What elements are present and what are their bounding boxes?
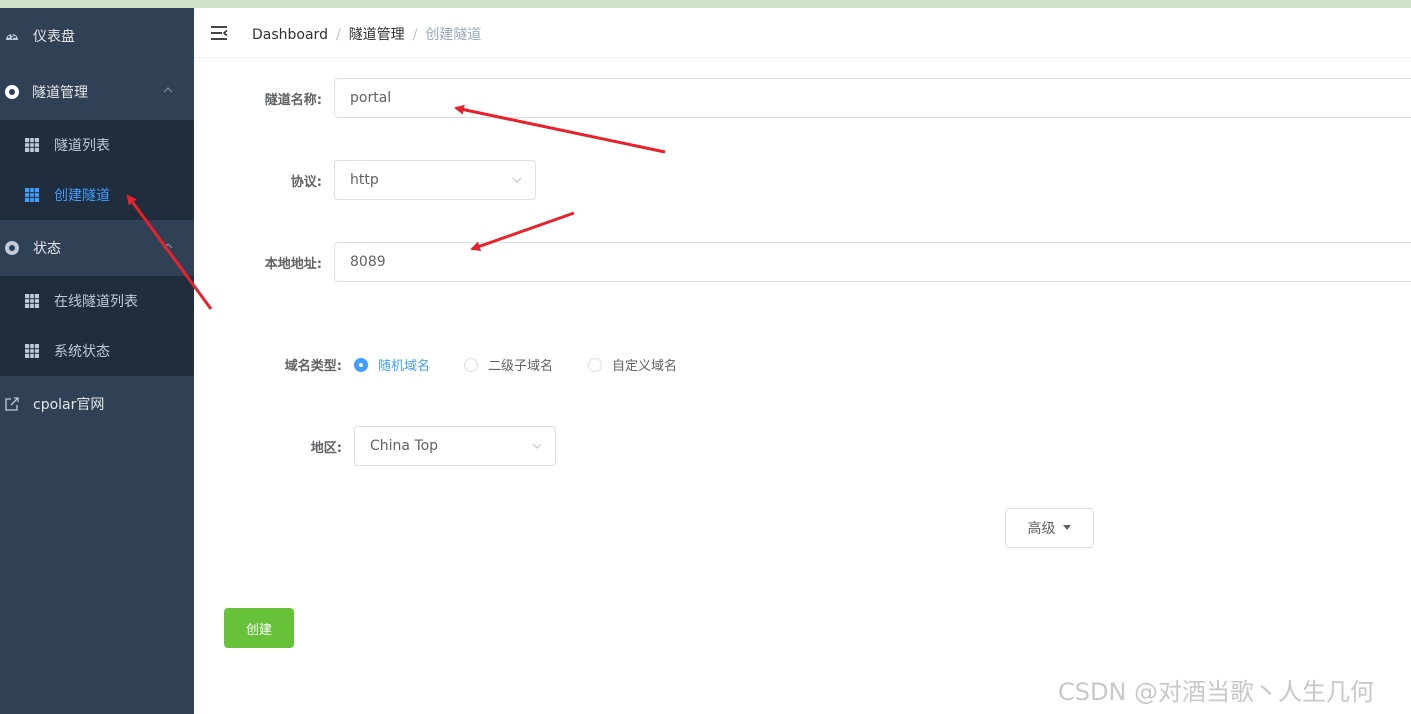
radio-custom-domain[interactable]: 自定义域名 — [588, 355, 677, 374]
radio-dot — [588, 357, 602, 372]
radio-random-domain[interactable]: 随机域名 — [354, 355, 430, 374]
sidebar-item-cpolar-site[interactable]: cpolar官网 — [0, 376, 194, 432]
tunnel-name-label: 隧道名称: — [264, 93, 322, 108]
region-label: 地区: — [310, 441, 342, 456]
sidebar-item-label: 在线隧道列表 — [54, 294, 138, 310]
chevron-up-icon — [162, 84, 174, 100]
breadcrumb: Dashboard / 隧道管理 / 创建隧道 — [252, 24, 481, 44]
status-icon — [4, 240, 20, 256]
grid-icon — [24, 187, 40, 203]
tunnel-name-input[interactable]: portal — [334, 78, 1411, 118]
tunnel-icon — [4, 84, 20, 100]
navbar: Dashboard / 隧道管理 / 创建隧道 — [194, 8, 1411, 58]
protocol-value: http — [350, 172, 379, 188]
local-address-label: 本地地址: — [264, 257, 322, 272]
radio-subdomain[interactable]: 二级子域名 — [464, 355, 553, 374]
protocol-label: 协议: — [290, 175, 322, 190]
radio-label: 自定义域名 — [612, 359, 678, 374]
sidebar-item-tunnel-management[interactable]: 隧道管理 — [0, 64, 194, 120]
radio-dot — [354, 357, 368, 372]
sidebar-item-dashboard[interactable]: 仪表盘 — [0, 8, 194, 64]
grid-icon — [24, 343, 40, 359]
protocol-select[interactable]: http — [334, 160, 536, 200]
advanced-button[interactable]: 高级 — [1005, 508, 1094, 548]
grid-icon — [24, 137, 40, 153]
chevron-down-icon — [531, 440, 543, 452]
watermark: CSDN @对酒当歌丶人生几何 — [1058, 678, 1375, 706]
chevron-up-icon — [162, 240, 174, 256]
sidebar-item-online-tunnels[interactable]: 在线隧道列表 — [0, 276, 194, 326]
breadcrumb-tunnel-management[interactable]: 隧道管理 — [349, 27, 405, 43]
sidebar-item-system-status[interactable]: 系统状态 — [0, 326, 194, 376]
window-top-strip — [0, 0, 1411, 8]
sidebar-item-label: 隧道列表 — [54, 138, 110, 154]
sidebar-item-tunnel-list[interactable]: 隧道列表 — [0, 120, 194, 170]
radio-dot — [464, 357, 478, 372]
sidebar-item-label: 隧道管理 — [32, 85, 88, 101]
sidebar-item-status[interactable]: 状态 — [0, 220, 194, 276]
radio-label: 二级子域名 — [488, 359, 554, 374]
sidebar-item-create-tunnel[interactable]: 创建隧道 — [0, 170, 194, 220]
region-value: China Top — [370, 438, 439, 454]
tunnel-name-value: portal — [350, 90, 392, 106]
breadcrumb-dashboard[interactable]: Dashboard — [252, 27, 328, 43]
create-button[interactable]: 创建 — [224, 608, 294, 648]
chevron-down-icon — [511, 174, 523, 186]
sidebar-item-label: 系统状态 — [54, 344, 110, 360]
create-button-label: 创建 — [245, 622, 272, 638]
dashboard-icon — [4, 28, 20, 44]
external-link-icon — [4, 396, 20, 412]
sidebar-item-label: 仪表盘 — [33, 29, 75, 45]
breadcrumb-separator: / — [412, 27, 418, 43]
hamburger-menu-icon[interactable] — [210, 24, 228, 42]
sidebar: 仪表盘 隧道管理 隧道列表 创建隧道 状态 在线隧道列表 系统状态 cpolar… — [0, 8, 194, 714]
sidebar-item-label: 状态 — [33, 241, 61, 257]
region-select[interactable]: China Top — [354, 426, 556, 466]
grid-icon — [24, 293, 40, 309]
sidebar-item-label: 创建隧道 — [54, 188, 110, 204]
domain-type-label: 域名类型: — [284, 359, 342, 374]
local-address-input[interactable]: 8089 — [334, 242, 1411, 282]
radio-label: 随机域名 — [378, 359, 431, 374]
local-address-value: 8089 — [350, 254, 386, 270]
caret-down-icon — [1062, 520, 1072, 536]
breadcrumb-separator: / — [335, 27, 341, 43]
advanced-button-label: 高级 — [1027, 521, 1056, 537]
sidebar-item-label: cpolar官网 — [33, 397, 105, 413]
breadcrumb-create-tunnel: 创建隧道 — [425, 27, 482, 43]
